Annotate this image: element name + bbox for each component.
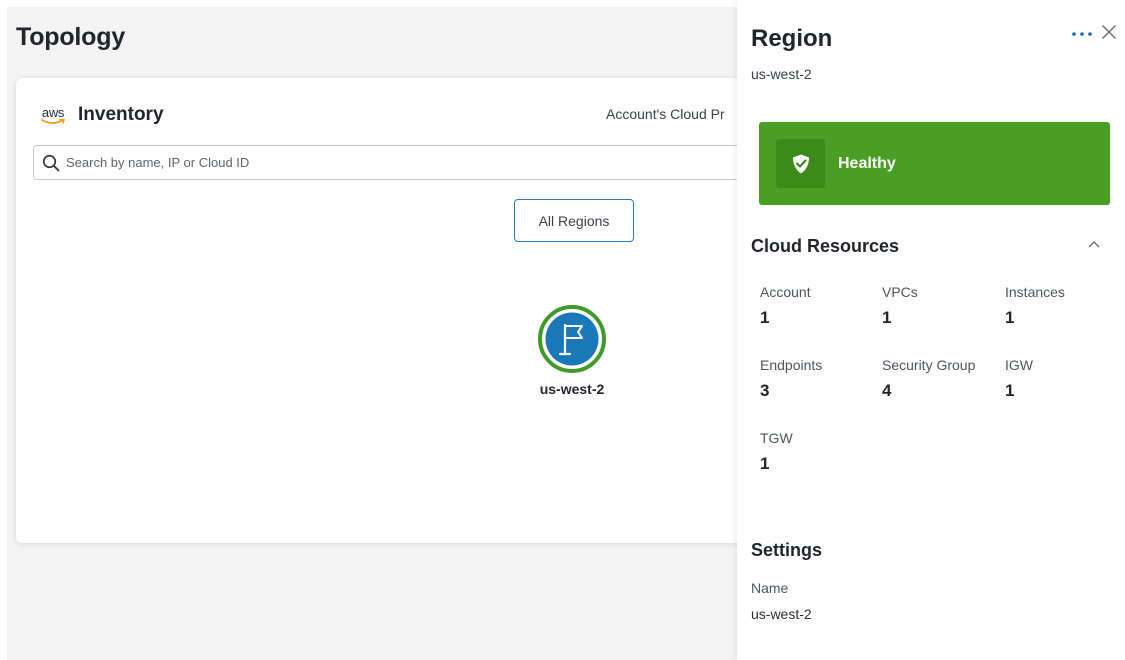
all-regions-button[interactable]: All Regions <box>514 199 634 242</box>
resource-instances: Instances 1 <box>1005 284 1065 328</box>
search-input[interactable] <box>66 155 666 170</box>
health-label: Healthy <box>838 154 896 172</box>
cloud-resources-title: Cloud Resources <box>751 236 900 256</box>
account-cloud-provider-label: Account's Cloud Pr <box>606 106 725 122</box>
resource-value: 1 <box>760 454 770 473</box>
close-icon[interactable] <box>1099 22 1119 42</box>
inventory-card: aws Inventory Account's Cloud Pr All Reg… <box>16 78 747 543</box>
page-title: Topology <box>16 23 126 51</box>
chevron-up-icon[interactable] <box>1085 238 1103 252</box>
resource-value: 1 <box>1005 308 1015 327</box>
region-details-panel: Region us-west-2 Healthy Cloud Resources… <box>737 0 1125 660</box>
resource-label: Account <box>760 284 811 300</box>
search-box[interactable] <box>33 145 747 180</box>
search-icon <box>42 154 60 171</box>
region-node[interactable]: us-west-2 <box>532 305 612 397</box>
region-node-label: us-west-2 <box>539 381 605 397</box>
settings-title: Settings <box>751 540 823 560</box>
settings-name-value: us-west-2 <box>751 606 812 622</box>
resource-label: VPCs <box>882 284 918 300</box>
resource-value: 3 <box>760 381 770 400</box>
settings-name-label: Name <box>751 580 789 596</box>
resource-value: 1 <box>760 308 770 327</box>
topology-page: Topology aws Inventory Account's Cloud P… <box>7 7 747 660</box>
resource-label: TGW <box>760 430 793 446</box>
aws-smile-icon <box>41 118 65 124</box>
resource-label: IGW <box>1005 357 1033 373</box>
resource-igw: IGW 1 <box>1005 357 1033 401</box>
shield-check-icon <box>776 139 825 188</box>
resource-account: Account 1 <box>760 284 811 328</box>
resource-label: Endpoints <box>760 357 823 373</box>
panel-subtitle: us-west-2 <box>751 66 812 82</box>
resource-label: Security Group <box>882 357 976 373</box>
flag-icon[interactable] <box>538 305 606 373</box>
resource-endpoints: Endpoints 3 <box>760 357 822 401</box>
resource-value: 4 <box>882 381 892 400</box>
inventory-title: Inventory <box>78 104 164 125</box>
resource-security-group: Security Group 4 <box>882 357 975 401</box>
resource-value: 1 <box>1005 381 1015 400</box>
resource-tgw: TGW 1 <box>760 430 793 474</box>
health-status-card: Healthy <box>759 122 1110 205</box>
more-horizontal-icon[interactable] <box>1070 24 1094 44</box>
resource-value: 1 <box>882 308 892 327</box>
resource-vpcs: VPCs 1 <box>882 284 918 328</box>
aws-logo: aws <box>38 106 68 132</box>
resource-label: Instances <box>1005 284 1065 300</box>
panel-title: Region <box>751 25 833 52</box>
